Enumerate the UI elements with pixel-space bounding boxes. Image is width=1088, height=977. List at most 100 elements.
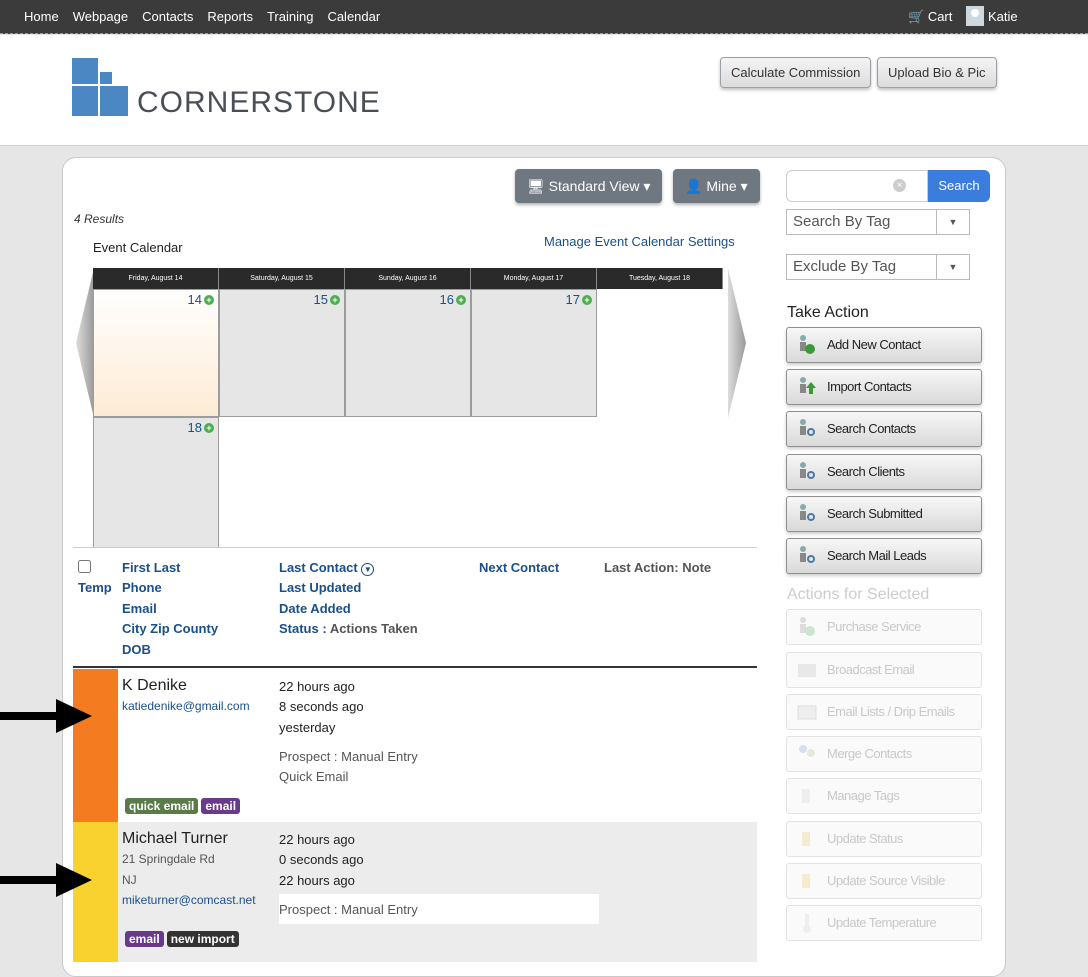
add-event-icon[interactable]: + bbox=[456, 294, 466, 305]
contact-name[interactable]: Michael Turner bbox=[122, 830, 228, 848]
cart-icon: 🛒 bbox=[908, 9, 925, 24]
search-button[interactable]: Search bbox=[928, 170, 990, 202]
import-contacts-label: Import Contacts bbox=[827, 379, 912, 394]
mine-button[interactable]: 👤 Mine ▾ bbox=[673, 169, 760, 203]
day-cell[interactable] bbox=[597, 289, 723, 417]
tag-icon bbox=[802, 789, 810, 803]
contact-email[interactable]: miketurner@comcast.net bbox=[122, 893, 256, 907]
search-submitted-icon bbox=[800, 504, 815, 521]
update-status-icon bbox=[802, 832, 810, 846]
contact-name[interactable]: K Denike bbox=[122, 677, 187, 695]
user-name: Katie bbox=[988, 8, 1018, 24]
action-taken: Quick Email bbox=[279, 769, 349, 784]
caret-down-icon: ▾ bbox=[740, 178, 748, 194]
add-event-icon[interactable]: + bbox=[582, 294, 592, 305]
nav-contacts[interactable]: Contacts bbox=[142, 9, 193, 24]
purchase-service-label: Purchase Service bbox=[827, 619, 921, 634]
col-phone[interactable]: Phone bbox=[122, 580, 162, 595]
nav-calendar[interactable]: Calendar bbox=[327, 9, 380, 24]
broadcast-email-button[interactable]: Broadcast Email bbox=[786, 652, 982, 688]
search-mail-leads-button[interactable]: Search Mail Leads bbox=[786, 538, 982, 574]
col-last-updated[interactable]: Last Updated bbox=[279, 580, 361, 595]
manage-tags-button[interactable]: Manage Tags bbox=[786, 778, 982, 814]
cart-link[interactable]: 🛒 Cart bbox=[908, 9, 952, 25]
day-cell[interactable]: 14 + bbox=[93, 289, 219, 417]
day-number: 14 + bbox=[188, 292, 214, 307]
add-event-icon[interactable]: + bbox=[330, 294, 340, 305]
broadcast-email-label: Broadcast Email bbox=[827, 662, 915, 677]
col-dob[interactable]: DOB bbox=[122, 642, 151, 657]
nav-webpage[interactable]: Webpage bbox=[73, 9, 128, 24]
update-temperature-button[interactable]: Update Temperature bbox=[786, 905, 982, 941]
calculate-commission-button[interactable]: Calculate Commission bbox=[720, 57, 872, 88]
temperature-stripe bbox=[73, 669, 118, 822]
day-cell[interactable]: 16 + bbox=[345, 289, 471, 417]
col-last-contact-label: Last Contact bbox=[279, 560, 358, 575]
contact-email[interactable]: katiedenike@gmail.com bbox=[122, 699, 250, 713]
update-status-button[interactable]: Update Status bbox=[786, 821, 982, 857]
standard-view-label: Standard View bbox=[548, 178, 640, 194]
col-status[interactable]: Status : Actions Taken bbox=[279, 621, 418, 636]
logo-icon bbox=[72, 58, 128, 116]
top-navigation: Home Webpage Contacts Reports Training C… bbox=[0, 0, 1088, 34]
caret-down-icon: ▾ bbox=[643, 178, 651, 194]
col-next-contact[interactable]: Next Contact bbox=[479, 560, 559, 575]
standard-view-button[interactable]: 🖥 Standard View ▾ bbox=[515, 169, 663, 203]
update-source-visible-button[interactable]: Update Source Visible bbox=[786, 863, 982, 899]
col-status-value: Actions Taken bbox=[329, 621, 418, 636]
search-contacts-button[interactable]: Search Contacts bbox=[786, 411, 982, 447]
manage-calendar-link[interactable]: Manage Event Calendar Settings bbox=[544, 234, 735, 249]
event-calendar-title: Event Calendar bbox=[93, 240, 183, 255]
table-divider bbox=[73, 666, 757, 668]
import-contacts-icon bbox=[800, 377, 816, 394]
day-header: Monday, August 17 bbox=[471, 268, 597, 289]
tag-email[interactable]: email bbox=[125, 931, 164, 947]
tag-email[interactable]: email bbox=[201, 798, 241, 814]
clear-icon[interactable]: × bbox=[893, 179, 906, 192]
upload-bio-button[interactable]: Upload Bio & Pic bbox=[877, 57, 997, 88]
add-new-contact-label: Add New Contact bbox=[827, 337, 921, 352]
day-number: 17 + bbox=[566, 292, 592, 307]
chevron-down-icon: ▼ bbox=[936, 255, 969, 279]
exclude-by-tag-select[interactable]: Exclude By Tag ▼ bbox=[786, 254, 970, 280]
contact-address: 21 Springdale Rd bbox=[122, 852, 215, 866]
search-input[interactable]: × bbox=[786, 170, 928, 202]
last-updated: 0 seconds ago bbox=[279, 852, 364, 867]
chevron-down-icon: ▼ bbox=[936, 210, 969, 234]
col-email[interactable]: Email bbox=[122, 601, 157, 616]
email-lists-button[interactable]: Email Lists / Drip Emails bbox=[786, 694, 982, 730]
add-event-icon[interactable]: + bbox=[204, 422, 214, 433]
col-temp[interactable]: Temp bbox=[78, 580, 112, 595]
col-first-last[interactable]: First Last bbox=[122, 560, 181, 575]
purchase-service-button[interactable]: Purchase Service bbox=[786, 609, 982, 645]
envelope-icon bbox=[797, 705, 817, 720]
nav-home[interactable]: Home bbox=[24, 9, 59, 24]
col-last-contact[interactable]: Last Contact ▼ bbox=[279, 560, 375, 576]
logo-text: CORNERSTONE bbox=[137, 86, 381, 119]
search-submitted-button[interactable]: Search Submitted bbox=[786, 496, 982, 532]
col-status-label: Status : bbox=[279, 621, 327, 636]
tag-new-import[interactable]: new import bbox=[166, 931, 239, 947]
select-all-checkbox[interactable] bbox=[78, 560, 91, 573]
import-contacts-button[interactable]: Import Contacts bbox=[786, 369, 982, 405]
search-by-tag-select[interactable]: Search By Tag ▼ bbox=[786, 209, 970, 235]
nav-training[interactable]: Training bbox=[267, 9, 313, 24]
merge-contacts-button[interactable]: Merge Contacts bbox=[786, 736, 982, 772]
user-menu[interactable]: Katie bbox=[966, 6, 1018, 26]
search-clients-button[interactable]: Search Clients bbox=[786, 454, 982, 490]
sort-down-icon[interactable]: ▼ bbox=[361, 563, 375, 576]
manage-tags-label: Manage Tags bbox=[827, 788, 900, 803]
col-city-zip[interactable]: City Zip County bbox=[122, 621, 218, 636]
tag-quick-email[interactable]: quick email bbox=[125, 798, 199, 814]
col-date-added[interactable]: Date Added bbox=[279, 601, 351, 616]
last-contact: 22 hours ago bbox=[279, 832, 355, 847]
add-event-icon[interactable]: + bbox=[204, 294, 214, 305]
day-header: Friday, August 14 bbox=[93, 268, 219, 289]
day-cell[interactable]: 15 + bbox=[219, 289, 345, 417]
day-header: Sunday, August 16 bbox=[345, 268, 471, 289]
add-new-contact-button[interactable]: Add New Contact bbox=[786, 327, 982, 363]
date-added: yesterday bbox=[279, 720, 336, 735]
day-cell[interactable]: 18 + bbox=[93, 417, 219, 548]
day-cell[interactable]: 17 + bbox=[471, 289, 597, 417]
nav-reports[interactable]: Reports bbox=[207, 9, 253, 24]
